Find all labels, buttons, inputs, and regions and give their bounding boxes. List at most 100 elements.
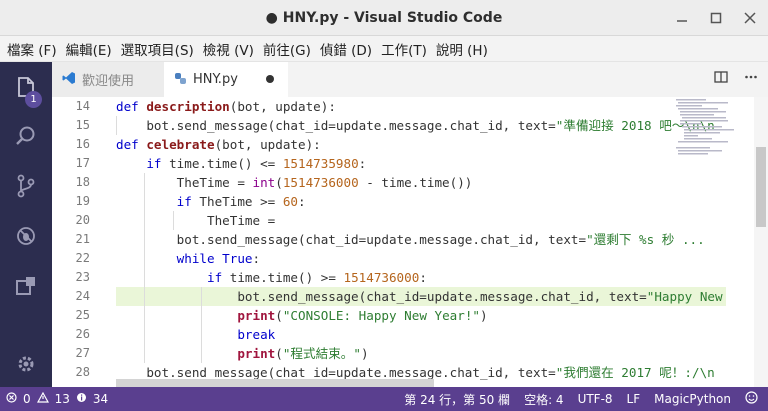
activity-bar: 1 [0,62,52,387]
problems-summary[interactable]: 0 13 34 [0,391,108,406]
python-file-icon [174,72,187,88]
menu-go[interactable]: 前往(G) [260,39,314,59]
error-count: 0 [23,392,31,406]
code-token: celebrate [146,137,215,152]
code-line[interactable]: print("CONSOLE: Happy New Year!") [116,306,487,325]
feedback-smiley-icon[interactable] [745,391,758,407]
menu-selection[interactable]: 選取項目(S) [118,39,197,59]
vertical-scrollbar[interactable] [754,97,768,387]
code-token: int [252,175,276,190]
code-line[interactable]: if time.time() <= 1514735980: [116,154,366,173]
debug-button[interactable] [0,214,52,258]
error-icon [6,392,17,406]
line-number: 24 [75,289,90,303]
code-line[interactable]: if time.time() >= 1514736000: [116,268,427,287]
code-line[interactable]: def description(bot, update): [116,97,336,116]
vertical-scrollbar-thumb[interactable] [756,147,766,227]
search-button[interactable] [0,114,52,158]
code-token: print [237,346,276,361]
code-line[interactable]: break [116,325,275,344]
code-token: bot.send_message(chat_id=update.message.… [116,232,587,247]
window-controls [672,8,760,28]
code-token: "CONSOLE: Happy New Year!" [282,308,480,323]
tab-hny-py[interactable]: HNY.py [164,62,288,97]
vscode-icon [62,71,76,88]
code-token: break [237,327,276,342]
code-token: TheTime = [116,213,283,228]
line-ending[interactable]: LF [627,392,641,406]
code-token: if [176,194,200,209]
tab-welcome[interactable]: 歡迎使用 [52,62,164,97]
search-icon [16,126,35,145]
horizontal-scrollbar[interactable] [116,379,434,387]
line-number: 26 [75,327,90,341]
code-token: def [116,99,147,114]
menu-view[interactable]: 檢視 (V) [200,39,257,59]
menu-tasks[interactable]: 工作(T) [378,39,430,59]
code-token: "程式結束。" [282,346,361,361]
extensions-button[interactable] [0,264,52,308]
code-token: 1514735980 [282,156,359,171]
code-token: - time.time()) [358,175,473,190]
code-token: , update): [260,99,336,114]
gear-icon [18,356,34,372]
settings-button[interactable] [0,342,52,386]
code-token: if [146,156,170,171]
code-line[interactable]: def celebrate(bot, update): [116,135,321,154]
warning-icon [36,391,49,406]
code-editor[interactable]: 14 15 16 17 18 19 20 21 22 23 24 25 26 2… [52,97,768,387]
line-number: 20 [75,213,90,227]
code-token: def [116,137,147,152]
language-mode[interactable]: MagicPython [654,392,731,406]
window-title: ● HNY.py - Visual Studio Code [265,9,503,26]
code-line[interactable]: TheTime = int(1514736000 - time.time()) [116,173,473,192]
code-token: ( [275,346,283,361]
line-number: 21 [75,232,90,246]
menu-debug[interactable]: 偵錯 (D) [317,39,375,59]
code-token: bot.send_message(chat_id=update.message.… [116,118,556,133]
code-line[interactable]: bot.send_message(chat_id=update.message.… [116,230,705,249]
tab-hny-py-label: HNY.py [193,72,238,87]
encoding[interactable]: UTF-8 [578,392,613,406]
indentation[interactable]: 空格: 4 [524,391,564,408]
code-token: ) [360,346,369,361]
code-token: True [222,251,253,266]
menu-file[interactable]: 檔案 (F) [4,39,60,59]
close-icon[interactable] [740,8,760,28]
line-number: 16 [75,137,90,151]
explorer-button[interactable]: 1 [0,66,52,110]
line-number: 19 [75,194,90,208]
maximize-icon[interactable] [706,8,726,28]
menu-edit[interactable]: 編輯(E) [63,39,115,59]
code-area[interactable]: def description(bot, update): bot.send_m… [116,97,726,387]
line-number: 14 [75,99,90,113]
title-bar: ● HNY.py - Visual Studio Code [0,0,768,36]
code-line[interactable]: if TheTime >= 60: [116,192,306,211]
code-line[interactable]: TheTime = [116,211,283,230]
code-token: TheTime >= [199,194,283,209]
code-token: if [207,270,230,285]
minimap[interactable] [674,97,740,387]
code-line[interactable]: while True: [116,249,260,268]
cursor-position[interactable]: 第 24 行，第 50 欄 [404,391,510,408]
code-token: bot [237,99,261,114]
unsaved-dot-icon[interactable] [266,75,274,83]
code-line[interactable]: bot.send_message(chat_id=update.message.… [116,287,722,306]
code-token: 1514736000 [282,175,359,190]
minimize-icon[interactable] [672,8,692,28]
status-right: 第 24 行，第 50 欄 空格: 4 UTF-8 LF MagicPython [404,387,768,411]
code-line[interactable]: print("程式結束。") [116,344,369,363]
more-actions-icon[interactable] [744,70,758,88]
menu-help[interactable]: 說明 (H) [433,39,491,59]
line-number: 18 [75,175,90,189]
code-token: : [298,194,306,209]
split-editor-icon[interactable] [714,70,728,88]
source-control-button[interactable] [0,164,52,208]
code-line[interactable]: bot.send_message(chat_id=update.message.… [116,116,714,135]
code-token: time.time() <= [169,156,283,171]
code-token: ( [275,308,283,323]
